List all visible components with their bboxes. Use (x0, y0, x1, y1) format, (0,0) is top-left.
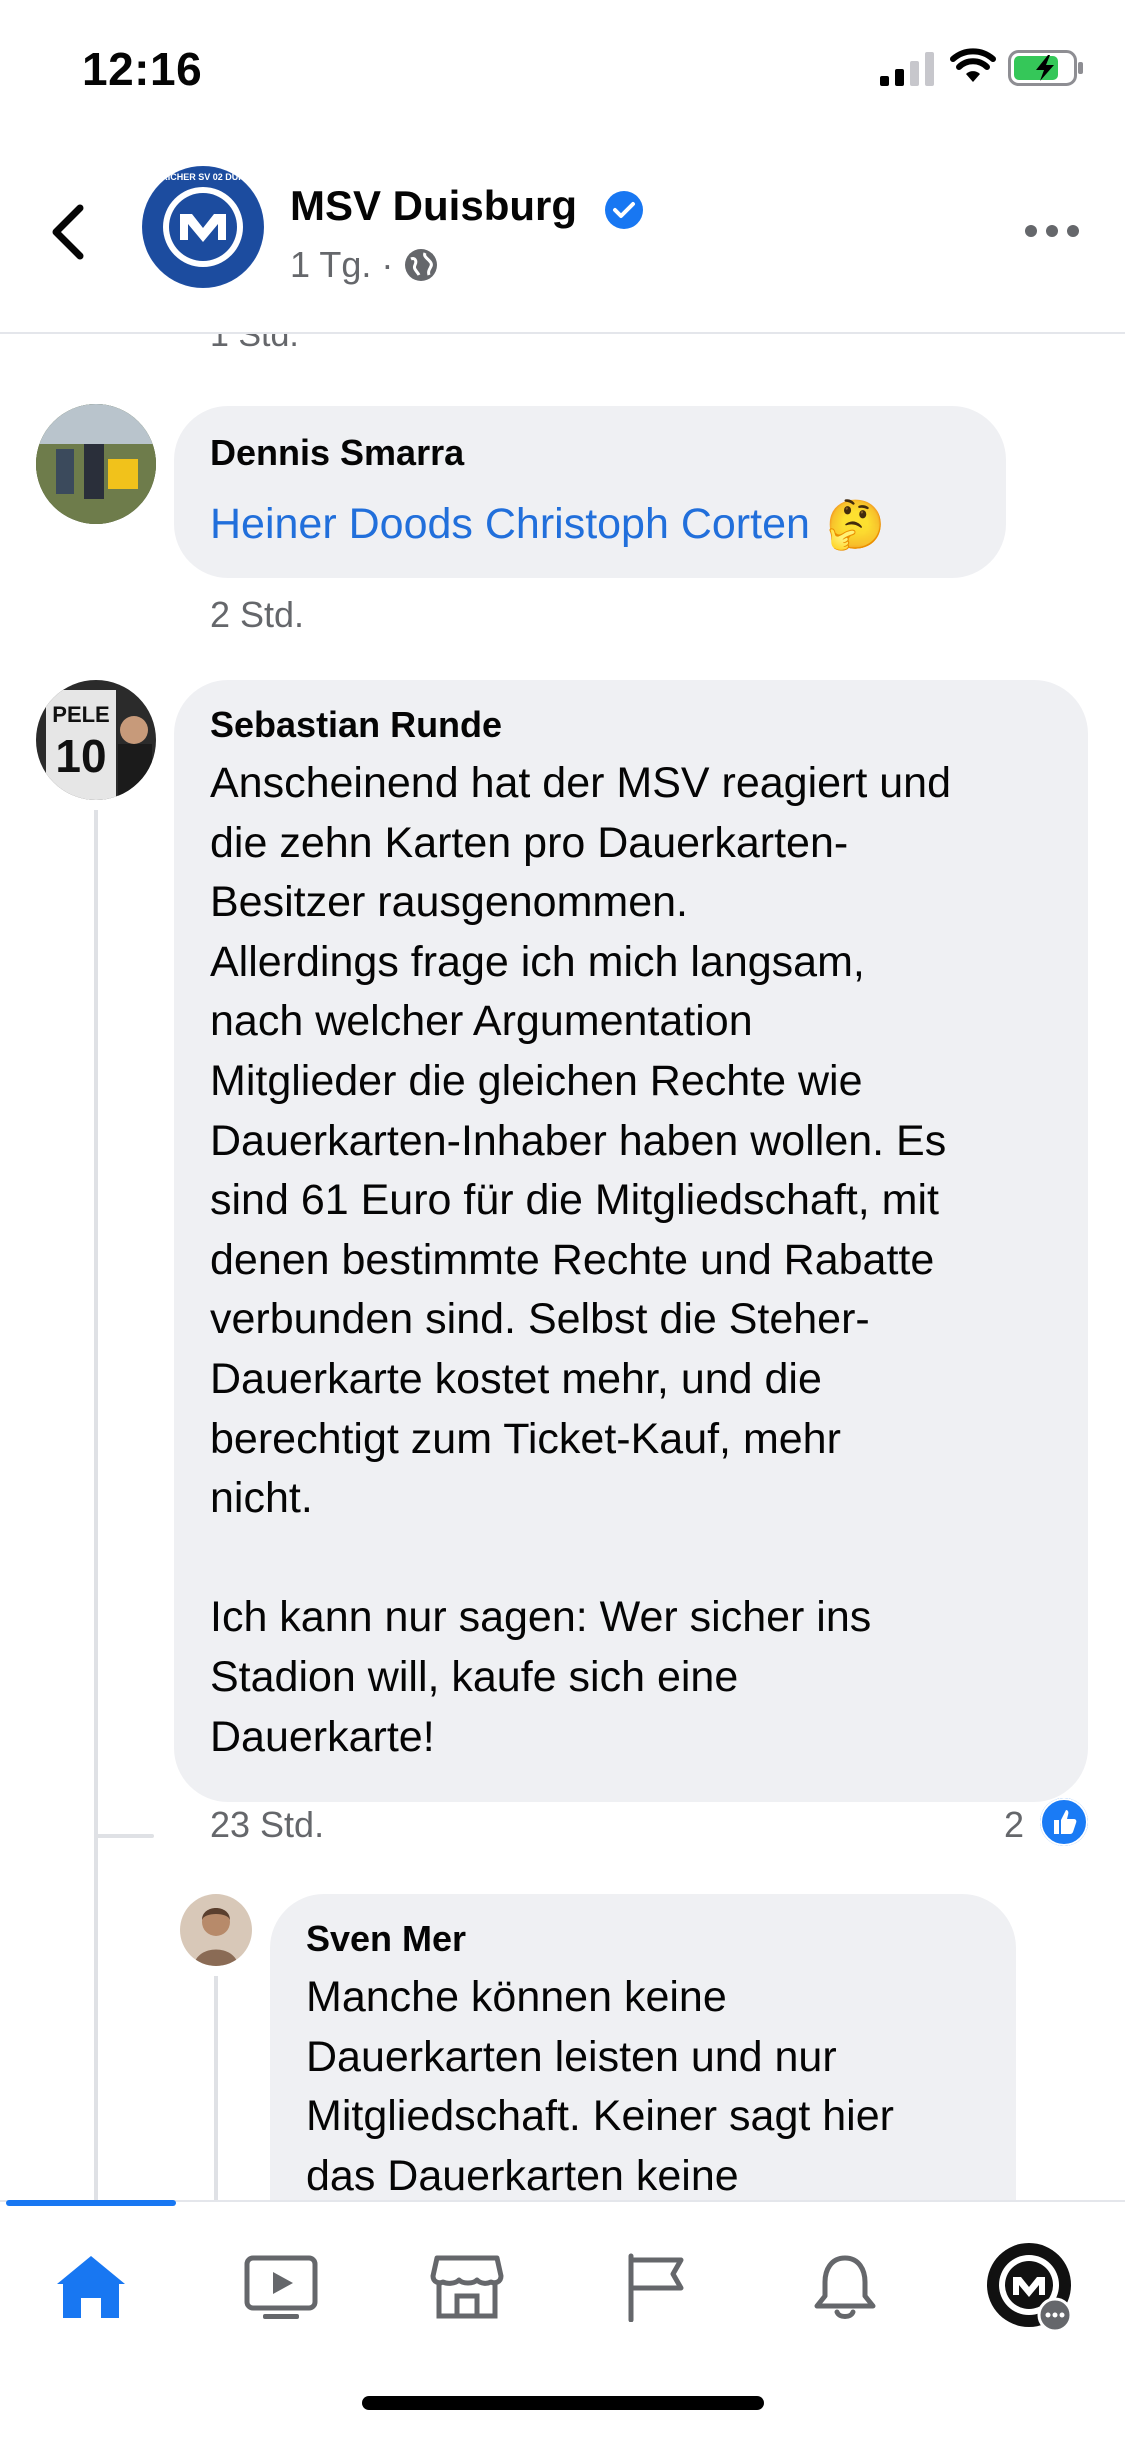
thread-connector (94, 1834, 154, 1838)
tab-video[interactable] (226, 2242, 336, 2332)
verified-badge-icon (605, 191, 643, 229)
post-header: MEIDERICHER SV 02 DUISBURG MSV Duisburg … (0, 140, 1125, 334)
avatar-sven-mer[interactable] (180, 1894, 252, 1966)
status-time: 12:16 (82, 43, 203, 95)
marketplace-icon (430, 2255, 504, 2319)
avatar-photo: PELE 10 (36, 680, 156, 800)
tab-profile-menu[interactable] (976, 2242, 1086, 2333)
tab-pages[interactable] (602, 2242, 712, 2332)
back-arrow-icon[interactable] (48, 202, 88, 262)
battery-charging-icon (1008, 50, 1083, 86)
thread-line (94, 810, 98, 2200)
avatar-dennis-smarra[interactable] (36, 404, 156, 524)
notifications-bell-icon (814, 2255, 876, 2319)
msv-logo-icon: MEIDERICHER SV 02 DUISBURG (142, 167, 264, 287)
home-indicator[interactable] (362, 2396, 764, 2410)
reply-thread-line (214, 1976, 218, 2200)
avatar-photo (180, 1894, 252, 1966)
comment-time[interactable]: 23 Std. (210, 1804, 324, 1846)
logo-lettering: MEIDERICHER SV 02 DUISBURG (142, 172, 264, 182)
comment-author[interactable]: Dennis Smarra (210, 432, 464, 474)
post-age: 1 Tg. (290, 244, 372, 285)
page-name[interactable]: MSV Duisburg (290, 182, 577, 230)
shirt-number: 10 (55, 730, 106, 782)
comment-time[interactable]: 2 Std. (210, 594, 304, 636)
comment-author[interactable]: Sven Mer (306, 1918, 466, 1960)
page-avatar[interactable]: MEIDERICHER SV 02 DUISBURG (142, 166, 264, 288)
pages-flag-icon (628, 2253, 684, 2322)
post-meta: 1 Tg. · (290, 244, 439, 286)
comment-bubble-sven-mer[interactable]: Sven Mer Manche können keine Dauerkarten… (270, 1894, 1016, 2200)
shirt-text: PELE (52, 702, 109, 727)
active-tab-indicator (6, 2200, 176, 2206)
more-options-icon[interactable] (1024, 224, 1080, 238)
comment-author[interactable]: Sebastian Runde (210, 704, 502, 746)
comment-text: Anscheinend hat der MSV reagiert und die… (210, 759, 952, 1761)
status-bar: 12:16 (0, 0, 1125, 140)
comment-text: Manche können keine Dauerkarten leisten … (306, 1973, 894, 2200)
avatar-photo (36, 404, 156, 524)
cellular-signal-icon (880, 52, 934, 86)
comments-feed: 1 Std. Dennis Smarra Heiner Doods Christ… (0, 334, 1125, 2200)
previous-comment-time: 1 Std. (210, 334, 299, 354)
globe-public-icon (405, 249, 438, 281)
avatar-sebastian-runde[interactable]: PELE 10 (36, 680, 156, 800)
like-thumb-icon[interactable] (1040, 1798, 1088, 1846)
like-count[interactable]: 2 (1004, 1804, 1024, 1846)
comment-bubble-sebastian-runde[interactable]: Sebastian Runde Anscheinend hat der MSV … (174, 680, 1088, 1802)
thinking-emoji: 🤔 (825, 499, 886, 552)
tab-marketplace[interactable] (412, 2242, 522, 2332)
comment-bubble-dennis-smarra[interactable]: Dennis Smarra Heiner Doods Christoph Cor… (174, 406, 1006, 578)
video-icon (244, 2255, 318, 2319)
tab-notifications[interactable] (790, 2242, 900, 2332)
wifi-icon (950, 48, 996, 82)
meta-separator: · (381, 244, 394, 285)
tab-home[interactable] (36, 2242, 146, 2332)
home-icon (57, 2256, 125, 2318)
profile-menu-icon (987, 2243, 1073, 2333)
mention-tags[interactable]: Heiner Doods Christoph Corten (210, 500, 810, 549)
